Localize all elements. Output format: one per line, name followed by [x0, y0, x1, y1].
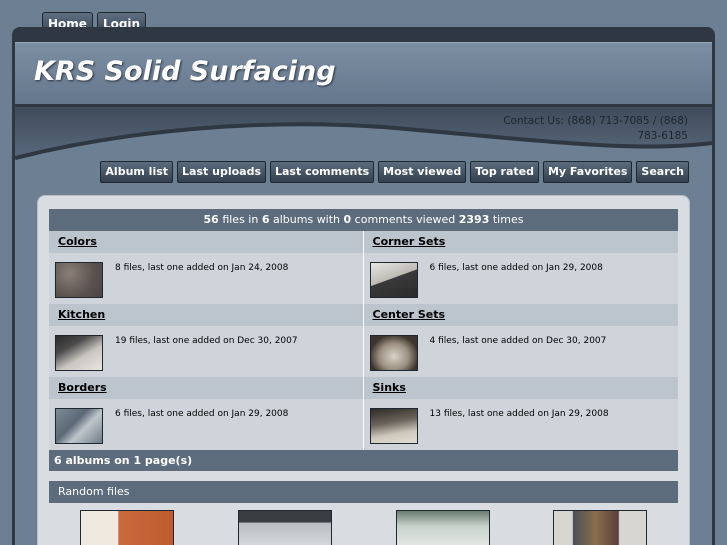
album-cell: 8 files, last one added on Jan 24, 2008: [49, 253, 364, 304]
album-cell: 6 files, last one added on Jan 29, 2008: [49, 399, 364, 450]
album-header: Sinks: [363, 377, 678, 399]
gallery-stats: 56 files in 6 albums with 0 comments vie…: [49, 209, 678, 231]
album-cell: 6 files, last one added on Jan 29, 2008: [363, 253, 678, 304]
album-header: Borders: [49, 377, 364, 399]
album-header: Kitchen: [49, 304, 364, 326]
album-link-borders[interactable]: Borders: [58, 381, 107, 394]
album-info: 4 files, last one added on Dec 30, 2007: [429, 336, 607, 346]
random-file-thumbnail[interactable]: [238, 510, 332, 545]
last-comments-button[interactable]: Last comments: [270, 161, 375, 183]
album-cell: 19 files, last one added on Dec 30, 2007: [49, 326, 364, 377]
album-row: 8 files, last one added on Jan 24, 2008 …: [49, 253, 678, 304]
album-link-sinks[interactable]: Sinks: [373, 381, 406, 394]
files-label: files in: [218, 213, 262, 226]
my-favorites-button[interactable]: My Favorites: [542, 161, 633, 183]
album-cell: 13 files, last one added on Jan 29, 2008: [363, 399, 678, 450]
album-row-header: Borders Sinks: [49, 377, 678, 399]
random-file-thumbnail[interactable]: [396, 510, 490, 545]
album-info: 13 files, last one added on Jan 29, 2008: [429, 409, 609, 419]
contact-info: Contact Us: (868) 713-7085 / (868) 783-6…: [503, 115, 688, 142]
album-thumbnail-center-sets[interactable]: [369, 335, 418, 371]
files-count: 56: [203, 213, 219, 226]
album-link-center-sets[interactable]: Center Sets: [373, 308, 446, 321]
views-count: 2393: [458, 213, 490, 226]
album-list-button[interactable]: Album list: [100, 161, 174, 183]
comments-label: comments viewed: [351, 213, 459, 226]
album-header: Colors: [49, 231, 364, 253]
site-title: KRS Solid Surfacing: [34, 56, 336, 87]
album-thumbnail-colors[interactable]: [55, 262, 103, 298]
sub-nav: Album list Last uploads Last comments Mo…: [100, 161, 689, 183]
album-row: 19 files, last one added on Dec 30, 2007…: [49, 326, 678, 377]
random-files-header: Random files: [49, 481, 678, 503]
views-label: times: [489, 213, 524, 226]
album-cell: 4 files, last one added on Dec 30, 2007: [363, 326, 678, 377]
album-thumbnail-sinks[interactable]: [369, 408, 418, 444]
album-row-header: Kitchen Center Sets: [49, 304, 678, 326]
random-file-thumbnail[interactable]: [553, 510, 647, 545]
random-file-thumbnail[interactable]: [80, 510, 174, 545]
album-info: 19 files, last one added on Dec 30, 2007: [115, 336, 298, 346]
album-info: 6 files, last one added on Jan 29, 2008: [429, 263, 603, 273]
most-viewed-button[interactable]: Most viewed: [378, 161, 467, 183]
last-uploads-button[interactable]: Last uploads: [177, 161, 266, 183]
album-header: Corner Sets: [363, 231, 678, 253]
search-button[interactable]: Search: [636, 161, 689, 183]
albums-label: albums with: [269, 213, 344, 226]
album-thumbnail-corner-sets[interactable]: [369, 262, 418, 298]
album-link-corner-sets[interactable]: Corner Sets: [373, 235, 446, 248]
album-info: 8 files, last one added on Jan 24, 2008: [115, 263, 289, 273]
album-thumbnail-kitchen[interactable]: [55, 335, 103, 371]
album-thumbnail-borders[interactable]: [55, 408, 103, 444]
pagination-info: 6 albums on 1 page(s): [49, 450, 678, 471]
album-info: 6 files, last one added on Jan 29, 2008: [115, 409, 289, 419]
album-row: 6 files, last one added on Jan 29, 2008 …: [49, 399, 678, 450]
album-table: 56 files in 6 albums with 0 comments vie…: [49, 209, 678, 471]
album-row-header: Colors Corner Sets: [49, 231, 678, 253]
albums-count: 6: [261, 213, 270, 226]
album-link-kitchen[interactable]: Kitchen: [58, 308, 105, 321]
top-rated-button[interactable]: Top rated: [470, 161, 539, 183]
album-link-colors[interactable]: Colors: [58, 235, 97, 248]
album-header: Center Sets: [363, 304, 678, 326]
